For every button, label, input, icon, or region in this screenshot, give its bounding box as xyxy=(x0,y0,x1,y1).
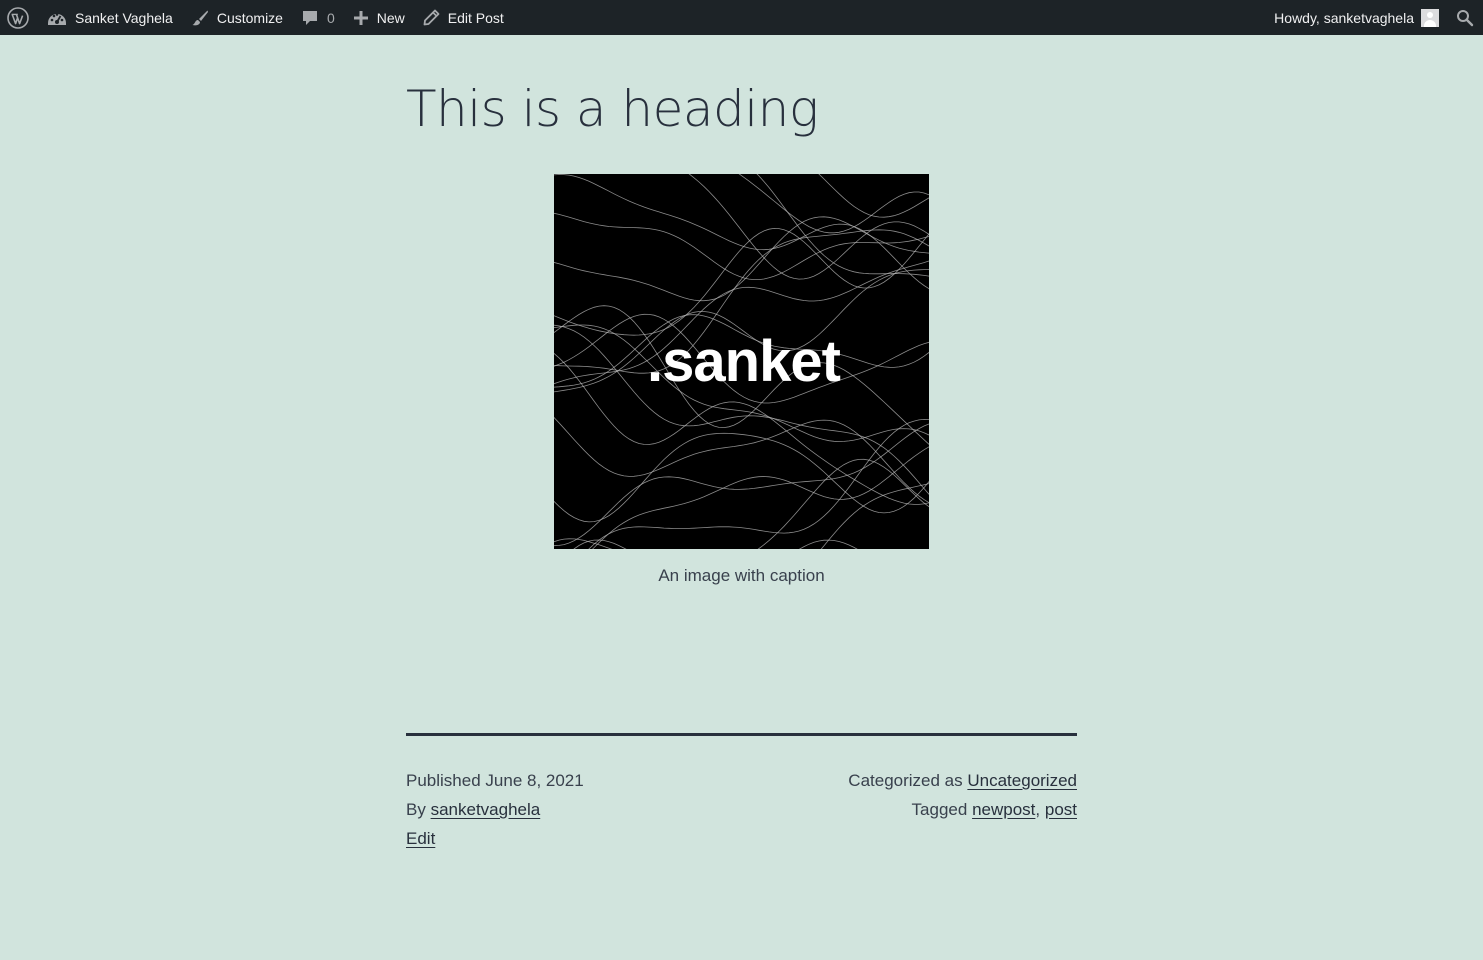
image-logo-text: .sanket xyxy=(647,329,841,394)
comments-button[interactable]: 0 xyxy=(292,0,344,35)
new-content-button[interactable]: New xyxy=(344,0,414,35)
plus-icon xyxy=(353,10,369,26)
categorized-prefix: Categorized as xyxy=(848,771,963,790)
edit-row: Edit xyxy=(406,824,584,853)
published-prefix: Published xyxy=(406,771,481,790)
edit-post-button[interactable]: Edit Post xyxy=(414,0,513,35)
comment-icon xyxy=(301,9,319,27)
admin-bar: Sanket Vaghela Customize 0 New Edit Post… xyxy=(0,0,1483,35)
page-title: This is a heading xyxy=(406,80,819,138)
site-name-label: Sanket Vaghela xyxy=(75,9,173,26)
howdy-text: Howdy, sanketvaghela xyxy=(1274,9,1414,26)
my-account-menu[interactable]: Howdy, sanketvaghela xyxy=(1265,0,1447,35)
tag-link[interactable]: post xyxy=(1045,800,1077,819)
published-row: Published June 8, 2021 xyxy=(406,766,584,795)
dashboard-icon xyxy=(47,9,67,27)
author-row: By sanketvaghela xyxy=(406,795,584,824)
tagged-prefix: Tagged xyxy=(911,800,968,819)
tag-link[interactable]: newpost xyxy=(972,800,1035,819)
new-label: New xyxy=(376,9,405,26)
brush-icon xyxy=(191,9,209,27)
by-prefix: By xyxy=(406,800,426,819)
wordpress-menu[interactable] xyxy=(0,0,38,35)
wordpress-logo-icon xyxy=(7,6,29,29)
author-link[interactable]: sanketvaghela xyxy=(431,800,541,819)
post-image: .sanket xyxy=(554,174,929,549)
customize-button[interactable]: Customize xyxy=(182,0,292,35)
category-link[interactable]: Uncategorized xyxy=(967,771,1077,790)
tags-row: Tagged newpost, post xyxy=(848,795,1077,824)
category-row: Categorized as Uncategorized xyxy=(848,766,1077,795)
published-date: June 8, 2021 xyxy=(485,771,584,790)
customize-label: Customize xyxy=(216,9,283,26)
search-icon xyxy=(1456,9,1474,27)
post-meta-left: Published June 8, 2021 By sanketvaghela … xyxy=(406,766,584,853)
image-caption: An image with caption xyxy=(658,566,825,585)
footer-separator xyxy=(406,733,1077,736)
edit-link[interactable]: Edit xyxy=(406,829,435,848)
tag-separator: , xyxy=(1035,800,1041,819)
site-name-menu[interactable]: Sanket Vaghela xyxy=(38,0,182,35)
comments-count: 0 xyxy=(326,9,335,26)
admin-bar-right: Howdy, sanketvaghela xyxy=(1265,0,1483,35)
search-button[interactable] xyxy=(1447,0,1483,35)
post-meta-right: Categorized as Uncategorized Tagged newp… xyxy=(848,766,1077,824)
avatar xyxy=(1421,8,1439,27)
edit-post-label: Edit Post xyxy=(447,9,504,26)
pencil-icon xyxy=(423,9,440,26)
